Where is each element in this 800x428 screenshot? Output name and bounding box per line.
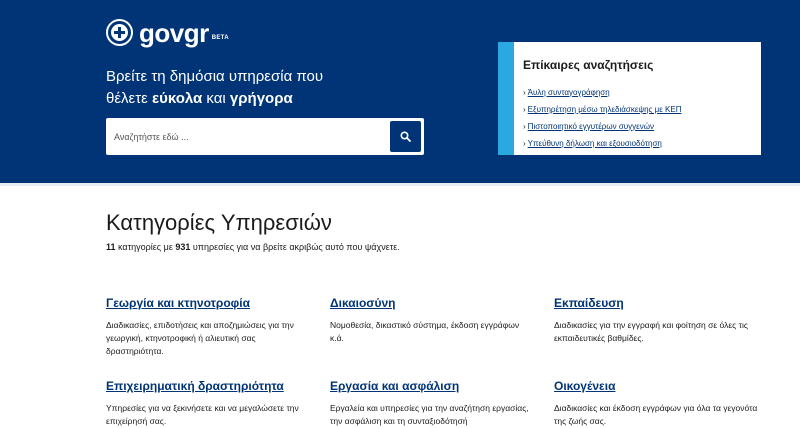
trending-list: › Άυλη συνταγογράφηση › Εξυπηρέτηση μέσω τ…: [523, 84, 681, 152]
chevron-right-icon: ›: [523, 122, 526, 131]
chevron-right-icon: ›: [523, 105, 526, 114]
chevron-right-icon: ›: [523, 88, 526, 97]
trending-link-1[interactable]: Άυλη συνταγογράφηση: [528, 88, 610, 97]
category-card: Εκπαίδευση Διαδικασίες για την εγγραφή κ…: [554, 294, 759, 345]
category-link-justice[interactable]: Δικαιοσύνη: [330, 296, 396, 310]
beta-badge: BETA: [211, 34, 229, 41]
category-description: Υπηρεσίες για να ξεκινήσετε και να μεγαλ…: [106, 403, 299, 426]
trending-searches-panel: Επίκαιρες αναζητήσεις › Άυλη συνταγογράφη…: [498, 42, 761, 155]
logo-wordmark: govgr: [139, 17, 209, 48]
trending-link-3[interactable]: Πιστοποιητικό εγγυτέρων συγγενών: [528, 122, 654, 131]
section-subtitle: 11 κατηγορίες με 931 υπηρεσίες για να βρ…: [106, 242, 400, 252]
category-card: Γεωργία και κτηνοτροφία Διαδικασίες, επι…: [106, 294, 311, 358]
cross-icon: [114, 27, 125, 38]
trending-item: › Εξυπηρέτηση μέσω τηλεδιάσκεψης με ΚΕΠ: [523, 101, 681, 118]
trending-link-2[interactable]: Εξυπηρέτηση μέσω τηλεδιάσκεψης με ΚΕΠ: [528, 105, 682, 114]
trending-link-4[interactable]: Υπεύθυνη δήλωση και εξουσιοδότηση: [528, 139, 662, 148]
search-box: [106, 118, 424, 155]
category-description: Νομοθεσία, δικαστικό σύστημα, έκδοση εγγ…: [330, 320, 520, 343]
category-card: Οικογένεια Διαδικασίες και έκδοση εγγράφ…: [554, 377, 759, 428]
trending-accent-bar: [498, 42, 514, 155]
category-description: Διαδικασίες, επιδοτήσεις και αποζημιώσει…: [106, 320, 294, 356]
section-title: Κατηγορίες Υπηρεσιών: [106, 210, 332, 235]
trending-item: › Υπεύθυνη δήλωση και εξουσιοδότηση: [523, 135, 681, 152]
category-link-agriculture[interactable]: Γεωργία και κτηνοτροφία: [106, 296, 250, 310]
trending-item: › Πιστοποιητικό εγγυτέρων συγγενών: [523, 118, 681, 135]
chevron-right-icon: ›: [523, 139, 526, 148]
hero-banner: govgr BETA Βρείτε τη δημόσια υπηρεσία πο…: [0, 0, 800, 183]
category-description: Εργαλεία και υπηρεσίες για την αναζήτηση…: [330, 403, 529, 426]
search-button[interactable]: [390, 121, 421, 152]
trending-title: Επίκαιρες αναζητήσεις: [523, 58, 654, 72]
category-description: Διαδικασίες και έκδοση εγγράφων για όλα …: [554, 403, 758, 426]
search-input[interactable]: [106, 118, 388, 155]
category-card: Επιχειρηματική δραστηριότητα Υπηρεσίες γ…: [106, 377, 311, 428]
category-link-family[interactable]: Οικογένεια: [554, 379, 615, 393]
category-description: Διαδικασίες για την εγγραφή και φοίτηση …: [554, 320, 748, 343]
gov-gr-logo[interactable]: govgr BETA: [106, 19, 229, 46]
category-link-business[interactable]: Επιχειρηματική δραστηριότητα: [106, 379, 284, 393]
hero-divider: [0, 183, 800, 186]
category-link-education[interactable]: Εκπαίδευση: [554, 296, 624, 310]
category-card: Εργασία και ασφάλιση Εργαλεία και υπηρεσ…: [330, 377, 535, 428]
categories-section: Κατηγορίες Υπηρεσιών 11 κατηγορίες με 93…: [106, 209, 786, 426]
hero-title: Βρείτε τη δημόσια υπηρεσία που θέλετε εύ…: [106, 68, 324, 107]
category-link-employment[interactable]: Εργασία και ασφάλιση: [330, 379, 459, 393]
search-icon: [400, 131, 411, 142]
trending-item: › Άυλη συνταγογράφηση: [523, 84, 681, 101]
coat-of-arms-icon: [106, 19, 133, 46]
category-card: Δικαιοσύνη Νομοθεσία, δικαστικό σύστημα,…: [330, 294, 535, 345]
